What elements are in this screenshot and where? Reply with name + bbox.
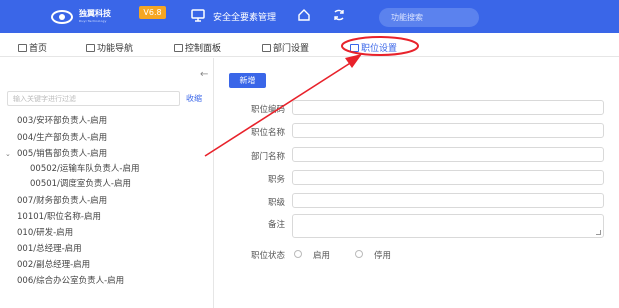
department-name-field[interactable] <box>292 147 604 162</box>
tree-item-child[interactable]: 00501/调度室负责人-启用 <box>30 177 131 189</box>
field-label: 职务 <box>267 175 285 185</box>
tab-position-settings[interactable]: 职位设置 <box>350 41 397 54</box>
resize-handle-icon[interactable] <box>596 230 601 235</box>
tree-filter-input[interactable] <box>8 92 179 105</box>
tab-label: 首页 <box>29 44 48 54</box>
collapse-link[interactable]: 收缩 <box>186 93 202 104</box>
field-label: 职位名称 <box>250 128 285 138</box>
tab-department-settings[interactable]: 部门设置 <box>262 41 309 54</box>
duty-field[interactable] <box>292 170 604 185</box>
radio-label: 启用 <box>313 251 331 261</box>
brand-logo: 独翼科技 Duyi Technology <box>51 8 111 25</box>
arrow-left-icon[interactable]: ← <box>200 69 208 80</box>
function-search-input[interactable] <box>379 8 479 27</box>
top-header: 独翼科技 Duyi Technology V6.8 安全全要素管理 <box>0 0 619 33</box>
tab-function-nav[interactable]: 功能导航 <box>86 41 133 54</box>
tab-bar: 首页 功能导航 控制面板 部门设置 职位设置 <box>0 35 619 57</box>
tab-page-icon <box>262 43 271 52</box>
monitor-icon <box>191 9 205 22</box>
tree-item[interactable]: 002/副总经理-启用 <box>17 258 90 270</box>
status-disabled-radio[interactable] <box>355 250 363 258</box>
tab-page-icon <box>174 43 183 52</box>
version-badge: V6.8 <box>139 6 166 19</box>
tab-page-icon <box>350 43 359 52</box>
tree-item[interactable]: 10101/职位名称-启用 <box>17 210 101 222</box>
tree-item[interactable]: 007/财务部负责人-启用 <box>17 194 107 206</box>
tab-label: 部门设置 <box>273 44 310 54</box>
tree-item[interactable]: 001/总经理-启用 <box>17 242 82 254</box>
system-title: 安全全要素管理 <box>213 13 277 23</box>
field-label: 备注 <box>267 220 285 230</box>
status-label: 职位状态 <box>250 251 285 261</box>
tab-label: 控制面板 <box>185 44 222 54</box>
tree-item[interactable]: 010/研发-启用 <box>17 226 73 238</box>
logo-icon <box>51 9 73 24</box>
tree-item[interactable]: 006/综合办公室负责人-启用 <box>17 274 124 286</box>
tab-page-icon <box>18 43 27 52</box>
chevron-down-icon[interactable]: ⌄ <box>5 150 11 158</box>
tab-page-icon <box>86 43 95 52</box>
field-label: 部门名称 <box>250 152 285 162</box>
tree-item[interactable]: 004/生产部负责人-启用 <box>17 131 107 143</box>
position-name-field[interactable] <box>292 123 604 138</box>
logo-subtitle: Duyi Technology <box>79 19 107 23</box>
field-label: 职级 <box>267 198 285 208</box>
tab-label: 功能导航 <box>97 44 134 54</box>
tree-item[interactable]: 003/安环部负责人-启用 <box>17 114 107 126</box>
tab-label: 职位设置 <box>361 44 398 54</box>
field-label: 职位编码 <box>250 105 285 115</box>
status-enabled-radio[interactable] <box>294 250 302 258</box>
tree-filter[interactable] <box>7 91 180 106</box>
logo-name: 独翼科技 <box>79 9 111 18</box>
refresh-icon[interactable] <box>332 8 346 22</box>
remark-textarea[interactable] <box>292 214 604 238</box>
function-search[interactable] <box>379 8 479 27</box>
radio-label: 停用 <box>374 251 392 261</box>
tab-home[interactable]: 首页 <box>18 41 47 54</box>
position-tree-panel: ← 收缩 ⌄ 003/安环部负责人-启用 004/生产部负责人-启用 005/销… <box>0 58 214 308</box>
tree-item-child[interactable]: 00502/运输车队负责人-启用 <box>30 162 139 174</box>
tree-item[interactable]: 005/销售部负责人-启用 <box>17 147 107 159</box>
tab-control-panel[interactable]: 控制面板 <box>174 41 221 54</box>
add-button[interactable]: 新增 <box>229 73 266 88</box>
home-icon[interactable] <box>297 8 311 22</box>
rank-field[interactable] <box>292 193 604 208</box>
position-code-field[interactable] <box>292 100 604 115</box>
